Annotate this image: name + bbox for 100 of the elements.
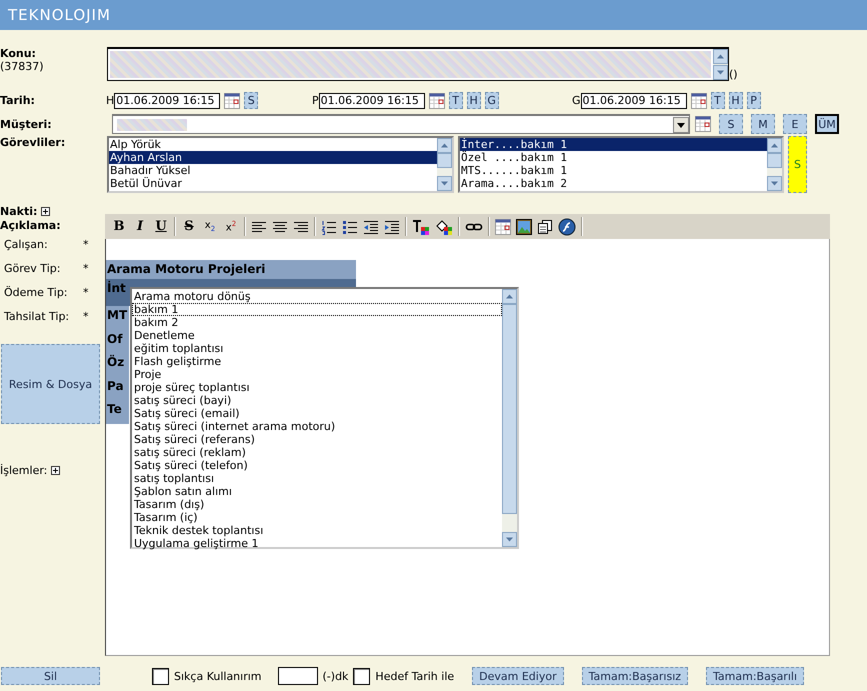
strikethrough-button[interactable]: S (181, 219, 197, 234)
list-option[interactable]: Ayhan Arslan (109, 151, 437, 164)
small-button[interactable]: H (728, 92, 743, 109)
list-option[interactable]: Uygulama geliştirme 1 (132, 537, 502, 550)
scroll-down-icon[interactable] (767, 176, 782, 191)
flash-icon[interactable] (558, 218, 576, 236)
checkbox[interactable] (152, 668, 169, 684)
checkbox[interactable] (353, 668, 370, 684)
required-mark: * (83, 238, 88, 250)
action-button[interactable]: Devam Ediyor (472, 667, 564, 685)
list-option[interactable]: proje süreç toplantısı (132, 381, 502, 394)
small-button[interactable]: P (746, 92, 761, 109)
list-option[interactable]: Betül Ünüvar (109, 177, 437, 190)
scroll-down-icon[interactable] (713, 65, 728, 80)
scrollbar-thumb[interactable] (767, 153, 782, 168)
expand-icon[interactable] (51, 466, 60, 475)
table-icon[interactable] (495, 218, 511, 234)
date-prefix: G (572, 94, 581, 107)
list-option[interactable]: satış toplantısı (132, 472, 502, 485)
small-button[interactable]: T (710, 92, 725, 109)
field-label: Nakti: (0, 204, 38, 218)
field-label: Ödeme Tip: (4, 286, 69, 298)
calendar-icon[interactable] (428, 92, 445, 108)
list-option[interactable]: Flash geliştirme (132, 355, 502, 368)
superscript-button[interactable]: x$^{2}$ (223, 220, 239, 234)
underline-button[interactable]: U (153, 219, 169, 234)
italic-button[interactable]: I (132, 219, 148, 234)
scroll-up-icon[interactable] (437, 138, 452, 153)
small-button[interactable]: S (788, 136, 807, 193)
action-button[interactable]: Tamam:Başarısız (582, 667, 688, 685)
menu-item[interactable]: Öz (106, 353, 129, 376)
bullet-list-icon[interactable] (342, 218, 358, 234)
list-option[interactable]: satış süreci (reklam) (132, 446, 502, 459)
list-option[interactable]: bakım 2 (132, 316, 502, 329)
outdent-icon[interactable] (363, 218, 379, 234)
scrollbar-thumb[interactable] (437, 153, 452, 168)
list-option[interactable]: MTS......bakım 1 (460, 164, 767, 177)
indent-icon[interactable] (384, 218, 400, 234)
text-color-icon[interactable] (412, 218, 430, 234)
list-option[interactable]: Şablon satın alımı (132, 485, 502, 498)
scroll-up-icon[interactable] (713, 49, 728, 64)
action-button[interactable]: Tamam:Başarılı (706, 667, 804, 685)
menu-item[interactable]: Of (106, 330, 129, 353)
field-label: Açıklama: (0, 219, 62, 232)
menu-item[interactable]: Arama Motoru Projeleri (106, 260, 356, 279)
small-button[interactable]: H (466, 92, 481, 109)
redacted-text (117, 118, 187, 130)
menu-item[interactable]: Pa (106, 376, 129, 400)
list-option[interactable]: eğitim toplantısı (132, 342, 502, 355)
list-option[interactable]: Satış süreci (telefon) (132, 459, 502, 472)
calendar-icon[interactable] (695, 116, 711, 132)
editor-area[interactable] (105, 239, 830, 656)
list-option[interactable]: Satış süreci (internet arama motoru) (132, 420, 502, 433)
list-option[interactable]: Arama....bakım 2 (460, 177, 767, 190)
menu-item[interactable]: Te (106, 400, 129, 424)
scroll-down-icon[interactable] (502, 532, 517, 547)
date-field[interactable]: 01.06.2009 16:15 (318, 92, 425, 108)
list-option[interactable]: Tasarım (iç) (132, 511, 502, 524)
list-option[interactable]: Tasarım (dış) (132, 498, 502, 511)
list-option[interactable]: Arama motoru dönüş (132, 290, 502, 303)
list-option[interactable]: Satış süreci (email) (132, 407, 502, 420)
task-list-menu[interactable] (130, 287, 519, 549)
image-icon[interactable] (516, 218, 532, 234)
list-option[interactable]: satış süreci (bayi) (132, 394, 502, 407)
scroll-up-icon[interactable] (767, 138, 782, 153)
list-option[interactable]: Bahadır Yüksel (109, 164, 437, 177)
files-button[interactable]: Resim & Dosya (1, 344, 100, 424)
scroll-up-icon[interactable] (502, 289, 517, 304)
calendar-icon[interactable] (224, 92, 240, 108)
list-option[interactable]: Proje (132, 368, 502, 381)
date-field[interactable]: 01.06.2009 16:15 (580, 92, 687, 108)
list-option[interactable]: Satış süreci (referans) (132, 433, 502, 446)
list-option[interactable]: İnter....bakım 1 (460, 138, 767, 151)
numbered-list-icon[interactable] (321, 218, 337, 234)
list-option[interactable]: Teknik destek toplantısı (132, 524, 502, 537)
minutes-field[interactable] (278, 667, 318, 685)
small-button[interactable]: T (448, 92, 463, 109)
list-option[interactable]: Alp Yörük (109, 138, 437, 151)
calendar-icon[interactable] (690, 92, 707, 108)
small-button[interactable]: G (484, 92, 499, 109)
small-button[interactable]: S (244, 92, 258, 109)
small-button[interactable]: ÜM (815, 114, 839, 134)
small-button[interactable]: S (719, 114, 743, 134)
menu-item[interactable]: MT (106, 306, 129, 330)
field-label: Tarih: (0, 94, 36, 107)
list-option[interactable]: bakım 1 (132, 303, 502, 316)
copy-icon[interactable] (537, 218, 553, 234)
scroll-down-icon[interactable] (437, 176, 452, 191)
scrollbar-thumb[interactable] (502, 304, 517, 514)
fill-color-icon[interactable] (435, 218, 453, 234)
customer-select[interactable] (112, 114, 690, 134)
expand-icon[interactable] (41, 206, 50, 216)
small-button[interactable]: M (751, 114, 775, 134)
list-option[interactable]: Özel ....bakım 1 (460, 151, 767, 164)
date-field[interactable]: 01.06.2009 16:15 (114, 92, 220, 108)
delete-button[interactable]: Sil (1, 667, 100, 685)
subscript-button[interactable]: x$_{2}$ (202, 220, 218, 233)
small-button[interactable]: E (783, 114, 807, 134)
bold-button[interactable]: B (111, 219, 127, 234)
list-option[interactable]: Denetleme (132, 329, 502, 342)
